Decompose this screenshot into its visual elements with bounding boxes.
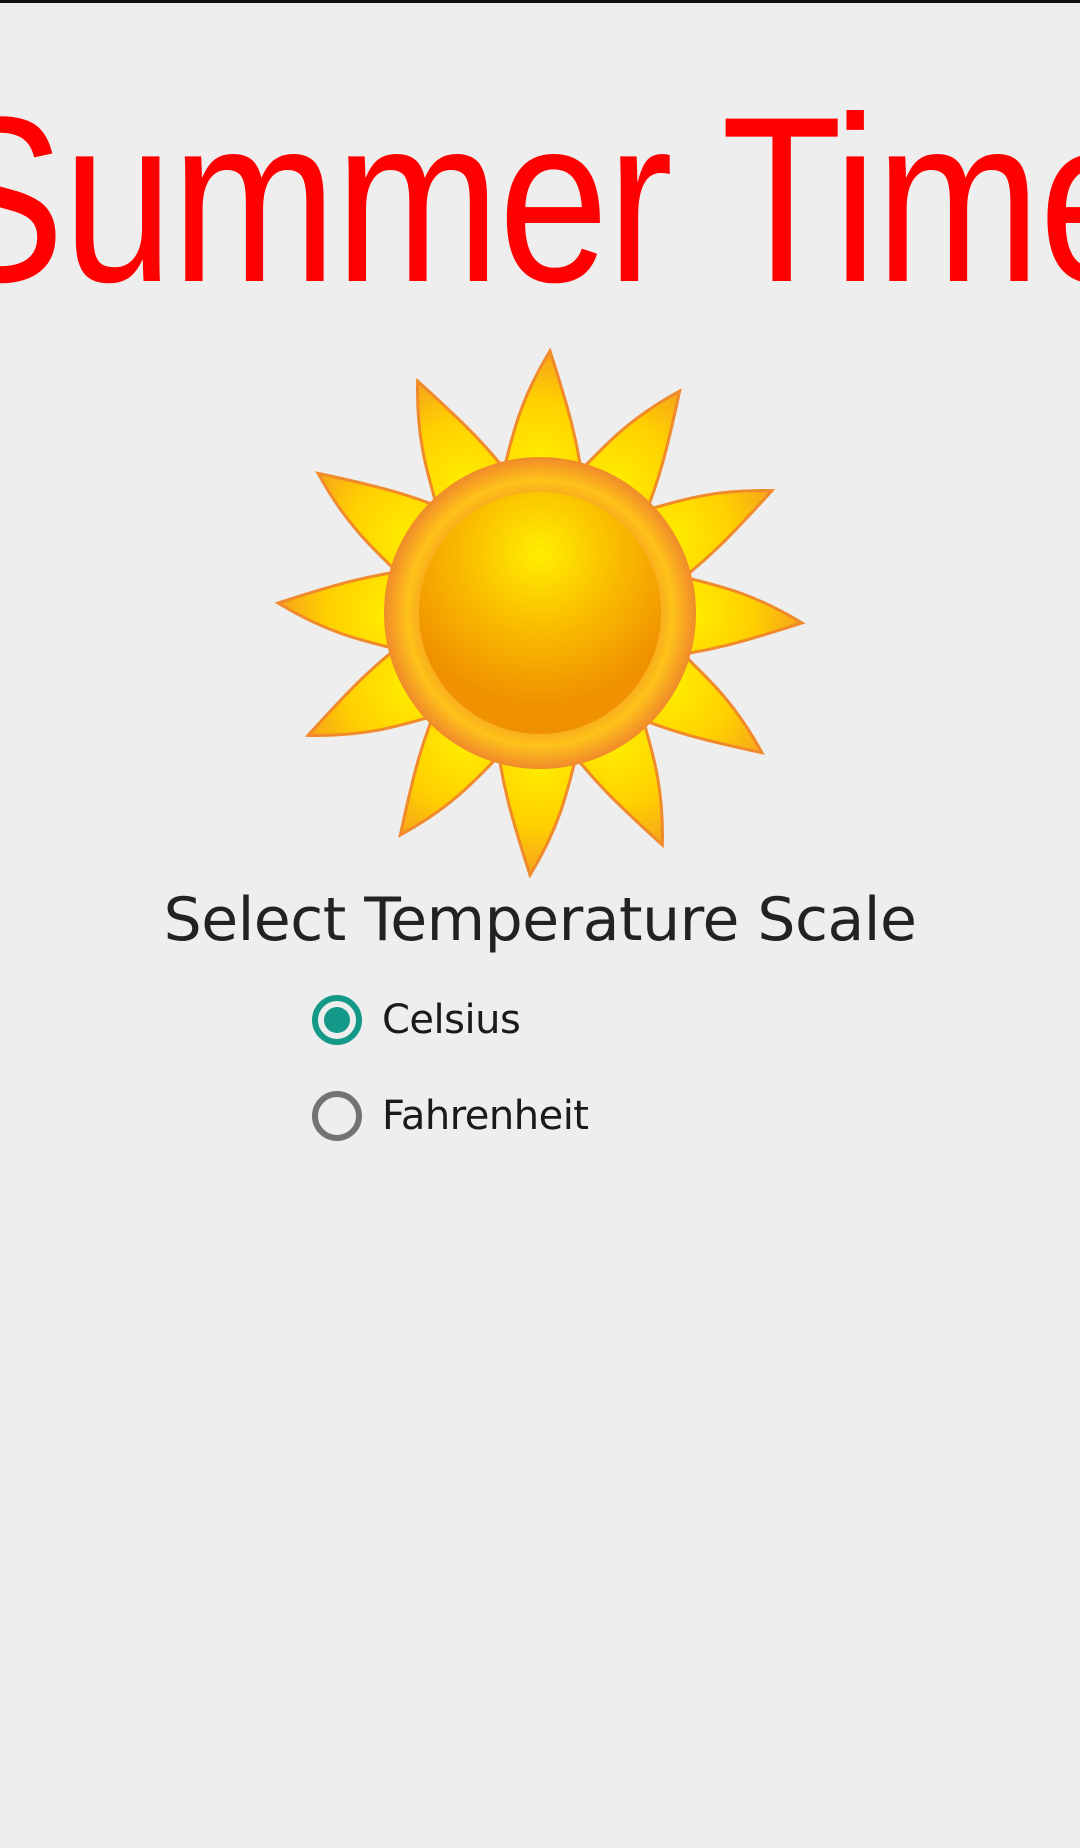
temperature-scale-radio-group: Celsius Fahrenheit: [312, 972, 812, 1164]
title-banner: Summer Time: [0, 100, 1080, 300]
sun-icon: [275, 348, 805, 878]
radio-button-unchecked-icon[interactable]: [312, 1091, 362, 1141]
radio-option-celsius[interactable]: Celsius: [312, 972, 812, 1068]
temperature-scale-heading: Select Temperature Scale: [163, 885, 917, 955]
radio-label-celsius: Celsius: [382, 997, 521, 1043]
sun-core: [419, 492, 661, 734]
radio-dot: [324, 1007, 350, 1033]
status-bar: [0, 0, 1080, 3]
radio-option-fahrenheit[interactable]: Fahrenheit: [312, 1068, 812, 1164]
radio-button-checked-icon[interactable]: [312, 995, 362, 1045]
radio-label-fahrenheit: Fahrenheit: [382, 1093, 589, 1139]
sun-graphic: [276, 349, 804, 877]
app-title: Summer Time: [0, 100, 1080, 300]
